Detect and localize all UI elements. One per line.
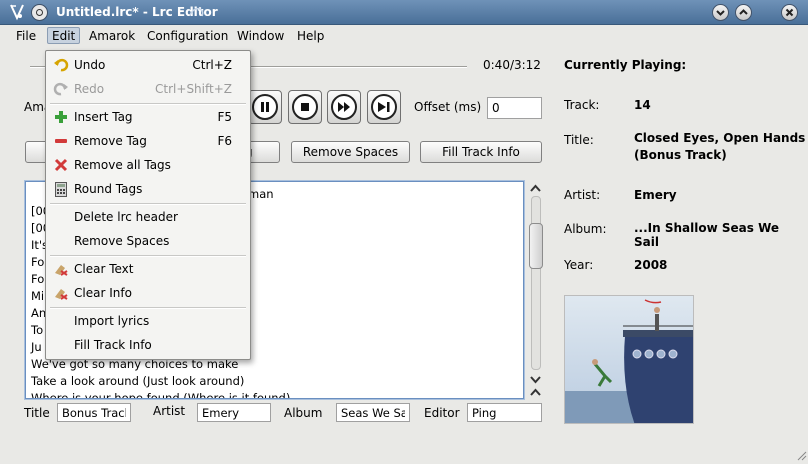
- pause-button[interactable]: [248, 90, 282, 124]
- fill-track-info-button[interactable]: Fill Track Info: [420, 141, 542, 163]
- edit-menu-dropdown: Undo Ctrl+Z Redo Ctrl+Shift+Z Insert Tag…: [45, 50, 251, 360]
- menu-item-round-tags[interactable]: Round Tags: [46, 178, 250, 200]
- plus-icon: [53, 109, 69, 125]
- title-bar: Untitled.lrc* - Lrc Editor: [0, 0, 808, 25]
- menu-item-remove-tag[interactable]: Remove Tag F6: [46, 130, 250, 152]
- lyric-line: To: [31, 323, 44, 337]
- eraser-icon: [53, 285, 69, 301]
- menu-item-remove-all-tags[interactable]: Remove all Tags: [46, 154, 250, 176]
- menu-item-remove-spaces[interactable]: Remove Spaces: [46, 230, 250, 252]
- redo-icon: [53, 81, 69, 97]
- menu-item-insert-tag[interactable]: Insert Tag F5: [46, 106, 250, 128]
- menu-amarok[interactable]: Amarok: [85, 28, 139, 45]
- menu-separator: [50, 307, 246, 309]
- title-field[interactable]: [57, 403, 131, 422]
- fast-forward-button[interactable]: [327, 90, 361, 124]
- track-value: 14: [634, 98, 651, 112]
- album-info-label: Album:: [564, 222, 607, 236]
- menu-item-delete-lrc-header[interactable]: Delete lrc header: [46, 206, 250, 228]
- lyric-line: man: [248, 187, 274, 201]
- title-info-label: Title:: [564, 133, 594, 147]
- menu-separator: [50, 103, 246, 105]
- lyric-line: Fo: [31, 255, 45, 269]
- stop-icon: [292, 94, 318, 120]
- stop-button[interactable]: [288, 90, 322, 124]
- currently-playing-heading: Currently Playing:: [564, 58, 687, 72]
- menu-window[interactable]: Window: [233, 28, 288, 45]
- playback-time: 0:40/3:12: [483, 58, 541, 72]
- menu-item-fill-track-info[interactable]: Fill Track Info: [46, 334, 250, 356]
- artist-info-value: Emery: [634, 188, 677, 202]
- year-info-label: Year:: [564, 258, 594, 272]
- album-info-value: ...In Shallow Seas We Sail: [634, 221, 780, 249]
- editor-field[interactable]: [467, 403, 542, 422]
- menu-item-undo[interactable]: Undo Ctrl+Z: [46, 54, 250, 76]
- scrollbar-handle[interactable]: [529, 223, 543, 269]
- menu-item-clear-text[interactable]: Clear Text: [46, 258, 250, 280]
- next-track-button[interactable]: [367, 90, 401, 124]
- fast-forward-icon: [331, 94, 357, 120]
- menu-configuration[interactable]: Configuration: [143, 28, 232, 45]
- minimize-button[interactable]: [712, 4, 729, 21]
- lyric-line: Take a look around (Just look around): [31, 374, 245, 388]
- maximize-button[interactable]: [735, 4, 752, 21]
- offset-input[interactable]: [487, 97, 542, 119]
- resize-grip-icon[interactable]: [795, 449, 807, 461]
- title-info-value-line2: (Bonus Track): [634, 148, 727, 162]
- offset-label: Offset (ms): [414, 100, 482, 114]
- close-button[interactable]: [781, 4, 798, 21]
- track-label: Track:: [564, 98, 600, 112]
- menu-help[interactable]: Help: [293, 28, 328, 45]
- year-info-value: 2008: [634, 258, 668, 272]
- minus-icon: [53, 133, 69, 149]
- pause-icon: [252, 94, 278, 120]
- lyric-line: An: [31, 306, 47, 320]
- menu-item-clear-info[interactable]: Clear Info: [46, 282, 250, 304]
- scroll-down-icon[interactable]: [529, 374, 542, 384]
- menu-separator: [50, 203, 246, 205]
- menu-edit[interactable]: Edit: [47, 27, 81, 44]
- menu-item-redo[interactable]: Redo Ctrl+Shift+Z: [46, 78, 250, 100]
- scroll-up-small-icon[interactable]: [529, 386, 542, 396]
- lyric-line: Ju: [31, 340, 42, 354]
- album-cover: [564, 295, 694, 424]
- scroll-up-icon[interactable]: [529, 182, 542, 192]
- lyric-line: Where is your hope found (Where is it fo…: [31, 391, 291, 399]
- window-decoration-icon: [188, 5, 206, 19]
- chevron-down-icon: [716, 10, 725, 16]
- calculator-icon: [53, 181, 69, 197]
- artist-field[interactable]: [197, 403, 271, 422]
- lyric-line: Mi: [31, 289, 45, 303]
- artist-info-label: Artist:: [564, 188, 601, 202]
- menu-separator: [50, 255, 246, 257]
- title-label: Title: [24, 406, 50, 420]
- artist-label: Artist: [153, 404, 186, 418]
- lyric-line: Fo: [31, 272, 45, 286]
- title-info-value-line1: Closed Eyes, Open Hands: [634, 131, 806, 145]
- menu-file[interactable]: File: [12, 28, 40, 45]
- close-icon: [785, 8, 794, 17]
- undo-icon: [53, 57, 69, 73]
- next-track-icon: [371, 94, 397, 120]
- editor-label: Editor: [424, 406, 460, 420]
- eraser-icon: [53, 261, 69, 277]
- remove-spaces-button[interactable]: Remove Spaces: [291, 141, 410, 163]
- remove-all-icon: [53, 157, 69, 173]
- window-menu-icon[interactable]: [31, 4, 48, 21]
- app-icon[interactable]: [8, 3, 26, 21]
- album-field[interactable]: [336, 403, 410, 422]
- chevron-up-icon: [739, 9, 748, 15]
- menu-item-import-lyrics[interactable]: Import lyrics: [46, 310, 250, 332]
- album-label: Album: [284, 406, 323, 420]
